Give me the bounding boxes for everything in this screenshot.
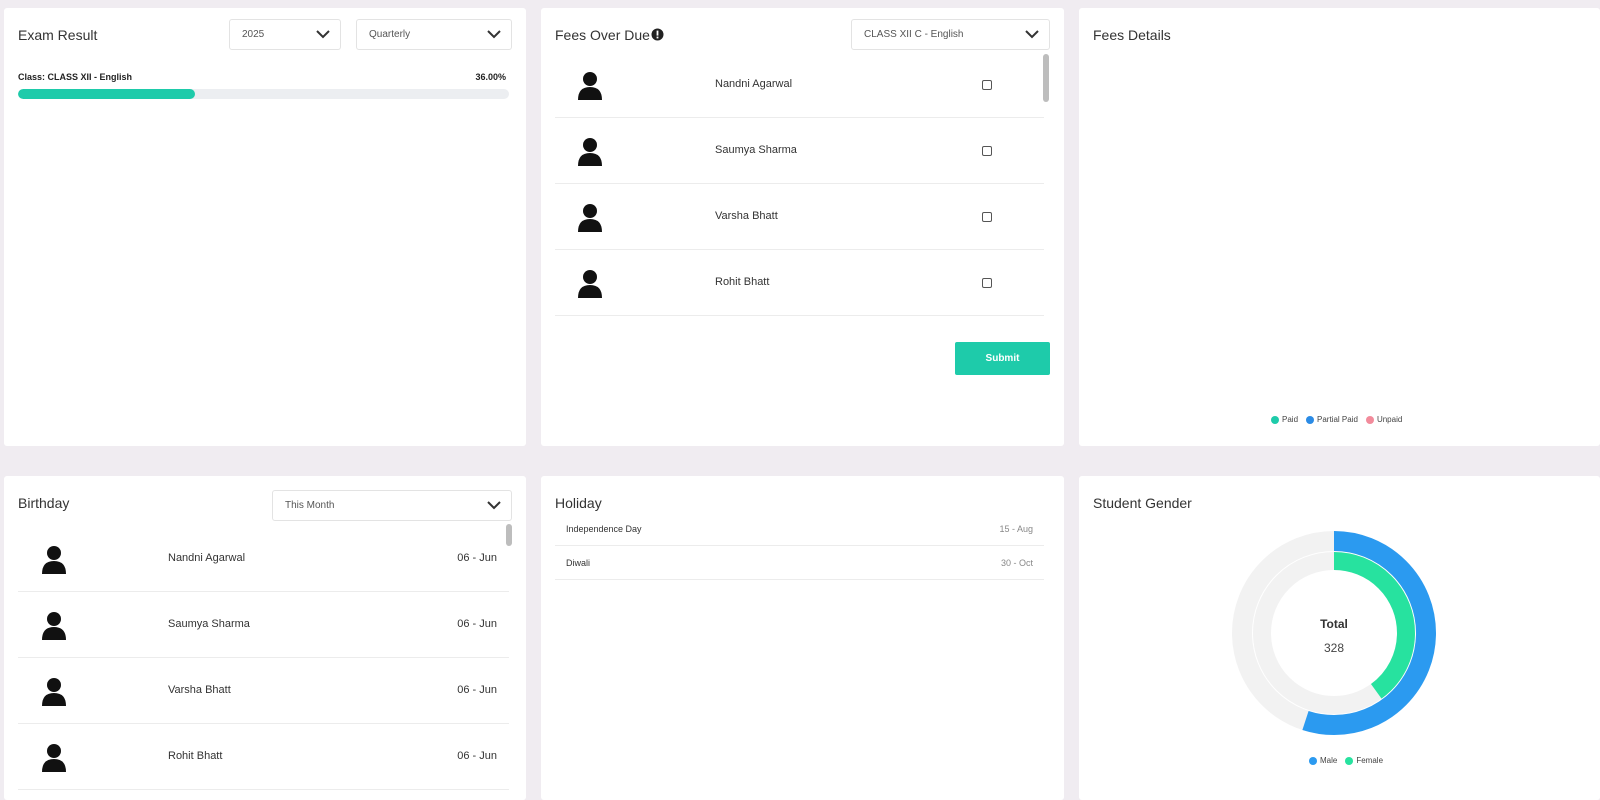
- birthday-date: 06 - Jun: [457, 750, 497, 762]
- birthday-card: Birthday This Month Nandni Agarwal 06 - …: [4, 476, 526, 800]
- student-gender-title: Student Gender: [1093, 495, 1192, 511]
- exam-result-title: Exam Result: [18, 27, 98, 43]
- user-avatar-icon: [42, 612, 66, 640]
- list-item: Rohit Bhatt: [555, 250, 1044, 316]
- list-item: Nandni Agarwal 06 - Jun: [18, 526, 509, 592]
- year-select-value: 2025: [242, 29, 265, 40]
- legend-label: Female: [1356, 756, 1384, 765]
- student-checkbox[interactable]: [982, 80, 992, 90]
- chevron-down-icon: [1025, 30, 1039, 39]
- legend-label: Partial Paid: [1317, 415, 1358, 424]
- chevron-down-icon: [487, 501, 501, 510]
- student-name: Rohit Bhatt: [715, 276, 770, 288]
- chevron-down-icon: [487, 30, 501, 39]
- birthday-title: Birthday: [18, 495, 70, 511]
- legend-dot: [1271, 415, 1279, 424]
- chevron-down-icon: [316, 30, 330, 39]
- legend-dot: [1365, 415, 1374, 424]
- fees-details-title: Fees Details: [1093, 27, 1171, 43]
- info-icon[interactable]: [651, 28, 664, 41]
- student-name: Nandni Agarwal: [715, 78, 793, 90]
- holiday-title: Holiday: [555, 495, 602, 511]
- holiday-list: Independence Day 15 - Aug Diwali 30 - Oc…: [555, 512, 1044, 612]
- fees-over-due-title: Fees Over Due: [555, 27, 650, 43]
- gender-donut-chart: Total 328: [1232, 531, 1436, 735]
- list-item: Nandni Agarwal: [555, 52, 1044, 118]
- holiday-date: 15 - Aug: [999, 524, 1033, 534]
- class-select-value: CLASS XII C - English: [864, 29, 964, 40]
- user-avatar-icon: [578, 204, 602, 232]
- user-avatar-icon: [42, 744, 66, 772]
- percent-label: 36.00%: [475, 72, 506, 82]
- legend-dot: [1306, 415, 1315, 424]
- legend-label: Unpaid: [1376, 415, 1403, 424]
- birthday-name: Rohit Bhatt: [168, 750, 223, 762]
- user-avatar-icon: [578, 72, 602, 100]
- user-avatar-icon: [42, 678, 66, 706]
- student-name: Saumya Sharma: [715, 144, 797, 156]
- class-select[interactable]: CLASS XII C - English: [851, 19, 1050, 50]
- birthday-period-value: This Month: [285, 500, 335, 511]
- student-checkbox[interactable]: [982, 278, 992, 288]
- exam-progress-bar: [18, 89, 509, 99]
- fees-over-due-card: Fees Over Due CLASS XII C - English Nand…: [541, 8, 1064, 446]
- student-checkbox[interactable]: [982, 212, 992, 222]
- total-value: 328: [1324, 641, 1344, 655]
- user-avatar-icon: [578, 138, 602, 166]
- list-item: Independence Day 15 - Aug: [555, 512, 1044, 546]
- year-select[interactable]: 2025: [229, 19, 341, 50]
- holiday-name: Independence Day: [566, 524, 642, 534]
- legend-item[interactable]: Paid: [1271, 415, 1298, 424]
- birthday-name: Varsha Bhatt: [168, 684, 231, 696]
- legend-item[interactable]: Male: [1309, 756, 1337, 765]
- student-name: Varsha Bhatt: [715, 210, 778, 222]
- student-gender-card: Student Gender Total 328 Male Female: [1079, 476, 1600, 800]
- legend-dot: [1309, 756, 1317, 765]
- holiday-card: Holiday Independence Day 15 - Aug Diwali…: [541, 476, 1064, 800]
- list-item: Diwali 30 - Oct: [555, 546, 1044, 580]
- period-select[interactable]: Quarterly: [356, 19, 512, 50]
- list-item: Rohit Bhatt 06 - Jun: [18, 724, 509, 790]
- birthday-name: Nandni Agarwal: [168, 552, 246, 564]
- submit-button[interactable]: Submit: [955, 342, 1050, 375]
- student-checkbox[interactable]: [982, 146, 992, 156]
- list-item: Varsha Bhatt: [555, 184, 1044, 250]
- fees-details-card: Fees Details Paid Partial Paid Unpaid: [1079, 8, 1600, 446]
- fees-student-list[interactable]: Nandni Agarwal Saumya Sharma Varsha Bhat…: [555, 52, 1044, 327]
- birthday-name: Saumya Sharma: [168, 618, 250, 630]
- fees-details-legend: Paid Partial Paid Unpaid: [1271, 415, 1402, 424]
- birthday-date: 06 - Jun: [457, 552, 497, 564]
- legend-label: Male: [1320, 756, 1338, 765]
- legend-item[interactable]: Unpaid: [1365, 415, 1403, 424]
- birthday-date: 06 - Jun: [457, 684, 497, 696]
- birthday-list[interactable]: Nandni Agarwal 06 - Jun Saumya Sharma 06…: [18, 526, 509, 800]
- exam-result-card: Exam Result 2025 Quarterly Class: CLASS …: [4, 8, 526, 446]
- legend-item[interactable]: Partial Paid: [1306, 415, 1358, 424]
- class-label: Class: CLASS XII - English: [18, 72, 133, 82]
- list-item: Varsha Bhatt 06 - Jun: [18, 658, 509, 724]
- period-select-value: Quarterly: [369, 29, 411, 40]
- legend-item[interactable]: Female: [1345, 756, 1383, 765]
- birthday-date: 06 - Jun: [457, 618, 497, 630]
- birthday-period-select[interactable]: This Month: [272, 490, 512, 521]
- user-avatar-icon: [42, 546, 66, 574]
- legend-dot: [1345, 756, 1354, 765]
- holiday-date: 30 - Oct: [1000, 558, 1033, 568]
- scrollbar-thumb[interactable]: [506, 524, 512, 546]
- holiday-name: Diwali: [566, 558, 591, 568]
- list-item: Saumya Sharma: [555, 118, 1044, 184]
- legend-label: Paid: [1282, 415, 1299, 424]
- user-avatar-icon: [578, 270, 602, 298]
- scrollbar-thumb[interactable]: [1043, 54, 1049, 102]
- total-label: Total: [1320, 617, 1348, 631]
- list-item: Saumya Sharma 06 - Jun: [18, 592, 509, 658]
- gender-legend: Male Female: [1309, 756, 1383, 765]
- exam-progress-fill: [18, 89, 195, 99]
